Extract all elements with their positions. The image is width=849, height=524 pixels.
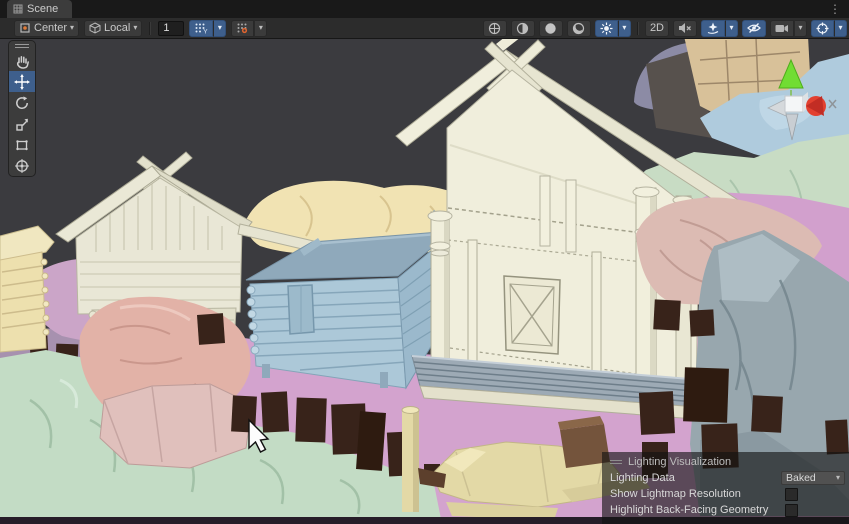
lighting-data-dropdown[interactable]: Baked ▾ xyxy=(781,471,845,485)
pivot-label: Center xyxy=(34,22,67,34)
lighting-visualization-panel: Lighting Visualization Lighting Data Bak… xyxy=(602,452,849,524)
toolbar-separator xyxy=(149,22,151,35)
camera-settings-arrow[interactable]: ▾ xyxy=(794,20,807,37)
gizmo-center-cube xyxy=(785,96,803,112)
show-lightmap-resolution-row: Show Lightmap Resolution xyxy=(602,486,849,502)
toolbar-left-group: Center ▾ Local ▾ Y xyxy=(14,19,267,37)
gizmo-crosshair-icon xyxy=(816,22,829,35)
camera-settings-control: ▾ xyxy=(770,20,807,37)
grid-visibility-button[interactable]: Y xyxy=(189,20,213,37)
grid-dots-y-icon: Y xyxy=(194,22,208,34)
snap-settings-control: ▾ xyxy=(231,20,267,37)
draw-mode-shaded-button[interactable] xyxy=(539,20,563,37)
scene-visibility-button[interactable] xyxy=(742,20,766,37)
wood-post-cylinder[interactable] xyxy=(402,407,419,513)
draw-mode-rendered-button[interactable] xyxy=(567,20,591,37)
tab-bar: Scene ⋮ xyxy=(0,0,849,18)
pivot-dropdown[interactable]: Center ▾ xyxy=(14,20,79,37)
chevron-down-icon: ▾ xyxy=(133,24,137,32)
cube-local-icon xyxy=(89,22,101,34)
panel-drag-handle-icon[interactable] xyxy=(610,460,622,464)
draw-mode-wireframe-button[interactable] xyxy=(483,20,507,37)
show-lightmap-resolution-checkbox[interactable] xyxy=(785,488,798,501)
rotate-tool-icon xyxy=(14,95,30,111)
chevron-down-icon: ▾ xyxy=(70,24,74,32)
camera-icon xyxy=(775,23,789,34)
hand-tool-icon xyxy=(14,53,30,69)
eye-slash-icon xyxy=(747,22,761,34)
snap-settings-button[interactable] xyxy=(231,20,254,37)
tools-overlay xyxy=(8,40,36,177)
highlight-backfacing-row: Highlight Back-Facing Geometry xyxy=(602,502,849,518)
toolbar-right-group: ▾ 2D ▾ xyxy=(483,19,847,37)
gizmos-button[interactable] xyxy=(811,20,834,37)
transform-tool-icon xyxy=(14,158,30,174)
scene-lighting-arrow[interactable]: ▾ xyxy=(618,20,631,37)
gizmos-control: ▾ xyxy=(811,20,847,37)
pivot-center-icon xyxy=(19,22,31,34)
highlight-backfacing-label: Highlight Back-Facing Geometry xyxy=(610,504,768,516)
circle-moon-icon xyxy=(572,22,585,35)
scene-lighting-control: ▾ xyxy=(595,20,631,37)
grid-visibility-control: Y ▾ xyxy=(189,20,226,37)
toolbar-separator xyxy=(637,22,639,35)
transform-tool-button[interactable] xyxy=(9,155,35,176)
circle-half-icon xyxy=(516,22,529,35)
circle-crosshair-icon xyxy=(488,22,501,35)
draw-mode-shaded-wireframe-button[interactable] xyxy=(511,20,535,37)
snap-settings-arrow[interactable]: ▾ xyxy=(254,20,267,37)
move-tool-icon xyxy=(14,74,30,90)
rect-tool-button[interactable] xyxy=(9,134,35,155)
tab-scene[interactable]: Scene xyxy=(7,0,72,18)
lighting-data-label: Lighting Data xyxy=(610,472,675,484)
gizmos-arrow[interactable]: ▾ xyxy=(834,20,847,37)
scene-viewport[interactable] xyxy=(0,0,849,524)
scale-tool-icon xyxy=(14,116,30,132)
speaker-muted-icon xyxy=(678,22,692,34)
audio-mute-button[interactable] xyxy=(673,20,697,37)
rotate-tool-button[interactable] xyxy=(9,92,35,113)
chevron-down-icon: ▾ xyxy=(836,474,840,482)
show-lightmap-resolution-label: Show Lightmap Resolution xyxy=(610,488,741,500)
scene-lighting-button[interactable] xyxy=(595,20,618,37)
grid-dots-orange-icon xyxy=(236,22,249,34)
hand-tool-button[interactable] xyxy=(9,50,35,71)
lighting-panel-header[interactable]: Lighting Visualization xyxy=(602,452,849,470)
mode-2d-button[interactable]: 2D xyxy=(645,20,669,37)
unity-scene-window: { "window": { "tab_label": "Scene", "ove… xyxy=(0,0,849,524)
move-tool-button[interactable] xyxy=(9,71,35,92)
highlight-backfacing-checkbox[interactable] xyxy=(785,504,798,517)
scene-toolbar: Center ▾ Local ▾ Y xyxy=(0,18,849,39)
cabin-far-left[interactable] xyxy=(0,226,54,352)
effects-button[interactable] xyxy=(701,20,725,37)
overflow-menu-icon[interactable]: ⋮ xyxy=(829,1,841,17)
sun-icon xyxy=(600,22,613,35)
grid-visibility-arrow[interactable]: ▾ xyxy=(213,20,226,37)
orientation-dropdown[interactable]: Local ▾ xyxy=(84,20,142,37)
tab-label: Scene xyxy=(27,3,58,15)
lighting-panel-title: Lighting Visualization xyxy=(628,456,731,468)
scale-tool-button[interactable] xyxy=(9,113,35,134)
sparkle-icon xyxy=(706,22,720,34)
orientation-label: Local xyxy=(104,22,130,34)
lighting-data-row: Lighting Data Baked ▾ xyxy=(602,470,849,486)
effects-arrow[interactable]: ▾ xyxy=(725,20,738,37)
rect-tool-icon xyxy=(14,137,30,153)
mode-2d-label: 2D xyxy=(650,22,664,34)
effects-control: ▾ xyxy=(701,20,738,37)
grid-tab-icon xyxy=(13,4,23,14)
circle-filled-icon xyxy=(544,22,557,35)
lighting-data-value: Baked xyxy=(786,472,816,484)
snap-increment-input[interactable] xyxy=(158,21,184,36)
camera-settings-button[interactable] xyxy=(770,20,794,37)
grid-axis-letter: Y xyxy=(204,29,209,35)
tools-overlay-drag-handle[interactable] xyxy=(9,41,35,50)
